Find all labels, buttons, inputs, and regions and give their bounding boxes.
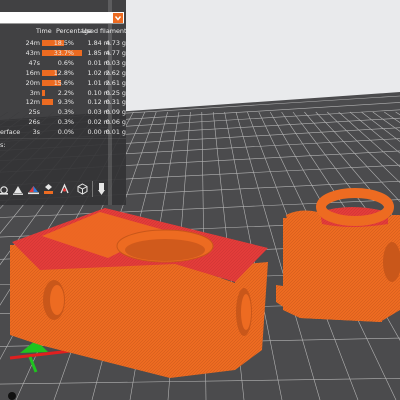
feature-filament-weight: 0.09 g	[105, 108, 126, 117]
feature-filament-weight: 4.77 g	[105, 48, 126, 57]
legend-row[interactable]: erface 3s 0.0% 0.00 m 0.01 g	[0, 127, 126, 137]
feature-time: 20m	[25, 78, 40, 87]
pause-icon[interactable]	[42, 182, 55, 196]
view-type-dropdown[interactable]	[0, 12, 124, 24]
feature-filament-weight: 0.06 g	[105, 118, 126, 127]
chevron-down-icon[interactable]	[113, 13, 123, 23]
feature-time: 12m	[25, 98, 40, 107]
legend-row[interactable]: 26s 0.3% 0.02 m 0.06 g	[0, 117, 126, 127]
legend-row[interactable]: 43m 33.7% 1.85 m 4.77 g	[0, 48, 126, 58]
feature-filament-weight: 2.62 g	[105, 68, 126, 77]
legend-row[interactable]: 12m 9.3% 0.12 m 0.31 g	[0, 97, 126, 107]
feature-filament-weight: 0.01 g	[105, 128, 126, 137]
column-header-time: Time	[36, 27, 52, 35]
wipe-icon[interactable]	[12, 182, 25, 196]
tool-marker-icon[interactable]	[95, 182, 108, 196]
feature-percentage: 0.3%	[57, 108, 74, 117]
feature-percentage: 0.0%	[57, 128, 74, 137]
percentage-bar	[42, 89, 45, 96]
legend-row[interactable]: 24m 18.5% 1.84 m 4.73 g	[0, 38, 126, 48]
feature-percentage: 15.6%	[53, 78, 74, 87]
legend-row[interactable]: 25s 0.3% 0.03 m 0.09 g	[0, 107, 126, 117]
feature-time: 16m	[25, 68, 40, 77]
legend-divider	[0, 138, 126, 139]
feature-percentage: 2.2%	[57, 88, 74, 97]
feature-percentage: 33.7%	[53, 48, 74, 57]
legend-row[interactable]: 16m 12.8% 1.02 m 2.62 g	[0, 68, 126, 78]
corner-marker	[8, 392, 16, 400]
view-options-toolbar	[0, 179, 126, 199]
feature-time: 43m	[25, 48, 40, 57]
shells-icon[interactable]	[76, 182, 89, 196]
legend-row[interactable]: 47s 0.6% 0.01 m 0.03 g	[0, 58, 126, 68]
feature-name: erface	[0, 128, 21, 137]
legend-row[interactable]: 3m 2.2% 0.10 m 0.25 g	[0, 88, 126, 98]
feature-time: 25s	[28, 108, 40, 117]
feature-filament-weight: 2.61 g	[105, 78, 126, 87]
toolbar-separator	[92, 181, 93, 197]
feature-percentage: 18.5%	[53, 39, 74, 47]
feature-filament-weight: 0.25 g	[105, 88, 126, 97]
feature-time: 47s	[28, 58, 40, 67]
legend-row[interactable]: 20m 15.6% 1.01 m 2.61 g	[0, 78, 126, 88]
custom-gcode-icon[interactable]	[58, 182, 71, 196]
feature-percentage: 0.3%	[57, 118, 74, 127]
feature-percentage: 0.6%	[57, 58, 74, 67]
feature-time: 3m	[29, 88, 40, 97]
column-header-used-filament: Used filament	[82, 27, 126, 35]
feature-time: 24m	[25, 39, 40, 47]
feature-percentage: 9.3%	[57, 98, 74, 107]
feature-percentage: 12.8%	[53, 68, 74, 77]
feature-filament-weight: 0.03 g	[105, 58, 126, 67]
feature-filament-weight: 0.31 g	[105, 98, 126, 107]
feature-filament-weight: 4.73 g	[105, 39, 126, 47]
color-change-icon[interactable]	[27, 182, 40, 196]
legend-footer-label: s:	[0, 141, 6, 149]
feature-time: 3s	[32, 128, 40, 137]
feature-time: 26s	[28, 118, 40, 127]
part-right[interactable]	[276, 188, 400, 322]
legend-panel: Time Percentage Used filament 24m 18.5% 1.…	[0, 0, 126, 205]
percentage-bar	[42, 99, 54, 106]
